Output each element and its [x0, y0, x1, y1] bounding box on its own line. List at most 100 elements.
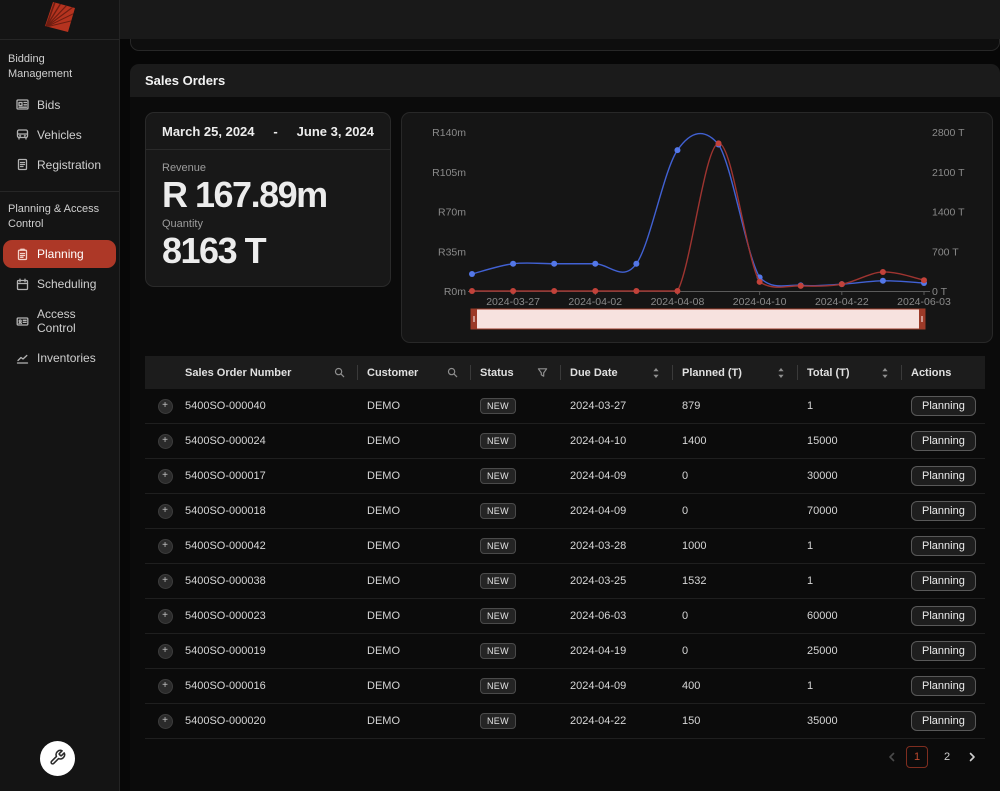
logo-container[interactable]: [0, 0, 119, 40]
expand-row-icon[interactable]: [158, 539, 173, 554]
quantity-data-point[interactable]: [510, 288, 516, 294]
quantity-data-point[interactable]: [839, 281, 845, 287]
planning-action-button[interactable]: Planning: [911, 536, 976, 556]
planning-action-button[interactable]: Planning: [911, 431, 976, 451]
main-content: Sales Orders March 25, 2024 - June 3, 20…: [120, 39, 1000, 791]
sidebar-item-registration[interactable]: Registration: [3, 151, 116, 179]
quantity-data-point[interactable]: [798, 283, 804, 289]
column-header-status[interactable]: Status: [470, 356, 560, 389]
previous-page-icon[interactable]: [886, 751, 898, 763]
planning-icon: [16, 248, 29, 261]
panel-body: March 25, 2024 - June 3, 2024 Revenue R …: [130, 97, 1000, 768]
quantity-data-point[interactable]: [469, 288, 475, 294]
revenue-data-point[interactable]: [674, 147, 680, 153]
column-header-planned-t-[interactable]: Planned (T): [672, 356, 797, 389]
row-expander-cell: [145, 644, 185, 659]
settings-wrench-button[interactable]: [40, 741, 75, 776]
quantity-data-point[interactable]: [757, 279, 763, 285]
revenue-data-point[interactable]: [880, 278, 886, 284]
sidebar-item-scheduling[interactable]: Scheduling: [3, 270, 116, 298]
quantity-data-point[interactable]: [674, 288, 680, 294]
sidebar-item-planning[interactable]: Planning: [3, 240, 116, 268]
planned-tonnes: 879: [672, 400, 797, 412]
date-start[interactable]: March 25, 2024: [162, 124, 255, 139]
planning-action-button[interactable]: Planning: [911, 606, 976, 626]
table-row: 5400SO-000038DEMONEW2024-03-2515321Plann…: [145, 564, 985, 599]
filter-icon[interactable]: [537, 367, 548, 378]
row-expander-cell: [145, 469, 185, 484]
page-button-2[interactable]: 2: [936, 746, 958, 768]
customer-name: DEMO: [357, 680, 470, 692]
revenue-data-point[interactable]: [469, 271, 475, 277]
total-tonnes: 25000: [797, 645, 901, 657]
quantity-data-point[interactable]: [921, 277, 927, 283]
column-header-sales-order-number[interactable]: Sales Order Number: [185, 356, 357, 389]
total-tonnes: 60000: [797, 610, 901, 622]
expand-row-icon[interactable]: [158, 469, 173, 484]
sidebar-section-label: Bidding Management: [0, 50, 119, 89]
sidebar-item-bids[interactable]: Bids: [3, 91, 116, 119]
status-badge: NEW: [480, 678, 516, 694]
sidebar-section: Planning & Access ControlPlanningSchedul…: [0, 191, 119, 379]
quantity-data-point[interactable]: [716, 140, 722, 146]
sort-icon[interactable]: [652, 367, 660, 379]
column-header-due-date[interactable]: Due Date: [560, 356, 672, 389]
quantity-data-point[interactable]: [880, 269, 886, 275]
column-header-customer[interactable]: Customer: [357, 356, 470, 389]
planning-action-button[interactable]: Planning: [911, 501, 976, 521]
revenue-data-point[interactable]: [510, 261, 516, 267]
expand-row-icon[interactable]: [158, 434, 173, 449]
sidebar-item-vehicles[interactable]: Vehicles: [3, 121, 116, 149]
expand-row-icon[interactable]: [158, 609, 173, 624]
quantity-data-point[interactable]: [633, 288, 639, 294]
sidebar-item-access-control[interactable]: Access Control: [3, 300, 116, 342]
revenue-data-point[interactable]: [633, 261, 639, 267]
planning-action-button[interactable]: Planning: [911, 641, 976, 661]
sidebar: Bidding ManagementBidsVehiclesRegistrati…: [0, 0, 120, 791]
status-cell: NEW: [470, 678, 560, 694]
summary-chart-row: March 25, 2024 - June 3, 2024 Revenue R …: [145, 112, 993, 343]
quantity-data-point[interactable]: [592, 288, 598, 294]
expand-row-icon[interactable]: [158, 504, 173, 519]
sort-icon[interactable]: [881, 367, 889, 379]
planning-action-button[interactable]: Planning: [911, 571, 976, 591]
total-tonnes: 15000: [797, 435, 901, 447]
column-header-total-t-[interactable]: Total (T): [797, 356, 901, 389]
line-chart[interactable]: R140mR105mR70mR35mR0m2800 T2100 T1400 T7…: [402, 113, 990, 342]
expand-row-icon[interactable]: [158, 644, 173, 659]
expand-row-icon[interactable]: [158, 399, 173, 414]
page-button-1[interactable]: 1: [906, 746, 928, 768]
x-axis-label: 2024-04-10: [733, 296, 787, 308]
revenue-data-point[interactable]: [592, 261, 598, 267]
status-badge: NEW: [480, 573, 516, 589]
customer-name: DEMO: [357, 505, 470, 517]
revenue-data-point[interactable]: [551, 261, 557, 267]
chart-brush-slider[interactable]: [471, 309, 925, 329]
expand-row-icon[interactable]: [158, 574, 173, 589]
sidebar-item-inventories[interactable]: Inventories: [3, 344, 116, 372]
search-icon[interactable]: [334, 367, 345, 378]
status-cell: NEW: [470, 503, 560, 519]
quantity-data-point[interactable]: [551, 288, 557, 294]
sales-order-number: 5400SO-000038: [185, 575, 357, 587]
sort-icon[interactable]: [777, 367, 785, 379]
expand-row-icon[interactable]: [158, 679, 173, 694]
customer-name: DEMO: [357, 540, 470, 552]
planning-action-button[interactable]: Planning: [911, 711, 976, 731]
planning-action-button[interactable]: Planning: [911, 676, 976, 696]
date-end[interactable]: June 3, 2024: [297, 124, 374, 139]
pagination: 12: [145, 746, 978, 768]
next-page-icon[interactable]: [966, 751, 978, 763]
table-row: 5400SO-000024DEMONEW2024-04-10140015000P…: [145, 424, 985, 459]
search-icon[interactable]: [447, 367, 458, 378]
x-axis-label: 2024-04-22: [815, 296, 869, 308]
table-row: 5400SO-000020DEMONEW2024-04-2215035000Pl…: [145, 704, 985, 739]
table-row: 5400SO-000023DEMONEW2024-06-03060000Plan…: [145, 599, 985, 634]
planning-action-button[interactable]: Planning: [911, 396, 976, 416]
left-axis-tick: R105m: [432, 167, 466, 179]
actions-cell: Planning: [901, 501, 985, 521]
expand-row-icon[interactable]: [158, 714, 173, 729]
row-expander-cell: [145, 434, 185, 449]
column-header-label: Customer: [367, 367, 418, 379]
planning-action-button[interactable]: Planning: [911, 466, 976, 486]
